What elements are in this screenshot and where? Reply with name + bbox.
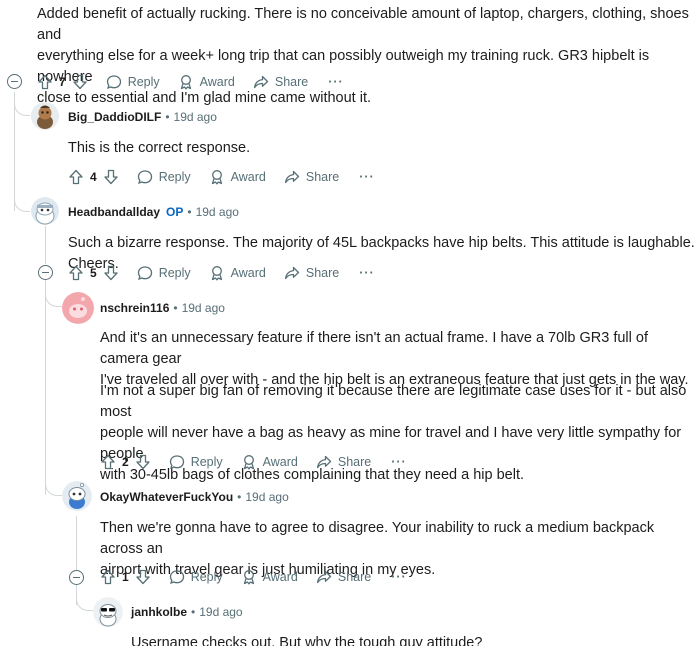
- vote-count: 2: [122, 455, 129, 469]
- award-icon: [243, 455, 254, 470]
- more-options-button[interactable]: ···: [359, 266, 375, 280]
- reply-icon: [169, 570, 184, 585]
- comment-actions: 1 Reply Award Share ···: [100, 565, 407, 589]
- reply-button[interactable]: Reply: [137, 169, 191, 185]
- share-button[interactable]: Share: [284, 265, 339, 281]
- award-icon: [211, 266, 222, 281]
- downvote-icon[interactable]: [103, 265, 119, 281]
- vote-group: 7: [37, 74, 88, 90]
- award-button[interactable]: Award: [209, 169, 266, 185]
- comment-meta: OkayWhateverFuckYou • 19d ago: [100, 488, 289, 506]
- username-link[interactable]: Headbandallday: [68, 205, 160, 219]
- share-button[interactable]: Share: [253, 74, 308, 90]
- more-options-button[interactable]: ···: [391, 455, 407, 469]
- share-icon: [284, 266, 300, 280]
- avatar[interactable]: [93, 597, 123, 627]
- upvote-icon[interactable]: [37, 74, 53, 90]
- reply-button[interactable]: Reply: [169, 454, 223, 470]
- comment-actions: 4 Reply Award Share ···: [68, 165, 375, 189]
- comment-actions: 2 Reply Award Share ···: [100, 450, 407, 474]
- award-button[interactable]: Award: [241, 454, 298, 470]
- vote-group: 4: [68, 169, 119, 185]
- username-link[interactable]: nschrein116: [100, 301, 169, 315]
- upvote-icon[interactable]: [68, 265, 84, 281]
- reply-button[interactable]: Reply: [137, 265, 191, 281]
- award-button[interactable]: Award: [241, 569, 298, 585]
- comment-actions: 7 Reply Award Share ···: [37, 70, 344, 94]
- separator: •: [191, 605, 196, 619]
- comment-body: This is the correct response.: [68, 140, 251, 156]
- share-icon: [284, 170, 300, 184]
- award-button[interactable]: Award: [178, 74, 235, 90]
- downvote-icon[interactable]: [103, 169, 119, 185]
- thread-connector: [76, 588, 93, 611]
- thread-connector: [14, 190, 30, 212]
- comment-meta: Big_DaddioDILF • 19d ago: [68, 108, 217, 126]
- separator: •: [187, 205, 192, 219]
- comment-meta: janhkolbe • 19d ago: [131, 603, 243, 621]
- username-link[interactable]: janhkolbe: [131, 605, 187, 619]
- timestamp[interactable]: 19d ago: [196, 205, 239, 219]
- award-icon: [211, 170, 222, 185]
- share-icon: [253, 75, 269, 89]
- thread-connector: [45, 474, 62, 496]
- username-link[interactable]: Big_DaddioDILF: [68, 110, 161, 124]
- award-icon: [180, 75, 191, 90]
- reply-button[interactable]: Reply: [169, 569, 223, 585]
- award-button[interactable]: Award: [209, 265, 266, 281]
- upvote-icon[interactable]: [100, 454, 116, 470]
- more-options-button[interactable]: ···: [359, 170, 375, 184]
- separator: •: [237, 490, 242, 504]
- share-button[interactable]: Share: [284, 169, 339, 185]
- downvote-icon[interactable]: [135, 569, 151, 585]
- avatar[interactable]: [62, 481, 92, 511]
- comment-body: Username checks out. But why the tough g…: [131, 635, 483, 646]
- timestamp[interactable]: 19d ago: [245, 490, 288, 504]
- vote-count: 5: [90, 266, 97, 280]
- thread-line: [76, 516, 77, 570]
- vote-group: 5: [68, 265, 119, 281]
- timestamp[interactable]: 19d ago: [199, 605, 242, 619]
- thread-connector: [14, 92, 30, 116]
- thread-connector: [45, 285, 62, 307]
- avatar[interactable]: [31, 102, 59, 130]
- reply-icon: [169, 455, 184, 470]
- upvote-icon[interactable]: [100, 569, 116, 585]
- timestamp[interactable]: 19d ago: [182, 301, 225, 315]
- username-link[interactable]: OkayWhateverFuckYou: [100, 490, 233, 504]
- reply-icon: [106, 75, 121, 90]
- share-button[interactable]: Share: [316, 569, 371, 585]
- comment-meta: nschrein116 • 19d ago: [100, 299, 225, 317]
- separator: •: [173, 301, 178, 315]
- share-icon: [316, 455, 332, 469]
- comment-actions: 5 Reply Award Share ···: [68, 261, 375, 285]
- avatar[interactable]: [62, 292, 94, 324]
- vote-group: 2: [100, 454, 151, 470]
- share-icon: [316, 570, 332, 584]
- reply-icon: [137, 170, 152, 185]
- thread-line: [45, 226, 46, 264]
- timestamp[interactable]: 19d ago: [174, 110, 217, 124]
- vote-group: 1: [100, 569, 151, 585]
- op-badge: OP: [166, 205, 184, 219]
- thread-line: [45, 280, 46, 495]
- share-button[interactable]: Share: [316, 454, 371, 470]
- downvote-icon[interactable]: [72, 74, 88, 90]
- award-icon: [243, 570, 254, 585]
- avatar[interactable]: [31, 197, 59, 225]
- reply-icon: [137, 266, 152, 281]
- vote-count: 1: [122, 570, 129, 584]
- more-options-button[interactable]: ···: [391, 570, 407, 584]
- vote-count: 4: [90, 170, 97, 184]
- collapse-thread-button[interactable]: [7, 74, 22, 89]
- reply-button[interactable]: Reply: [106, 74, 160, 90]
- collapse-thread-button[interactable]: [38, 265, 53, 280]
- separator: •: [165, 110, 170, 124]
- more-options-button[interactable]: ···: [328, 75, 344, 89]
- upvote-icon[interactable]: [68, 169, 84, 185]
- downvote-icon[interactable]: [135, 454, 151, 470]
- comment-meta: Headbandallday OP • 19d ago: [68, 203, 239, 221]
- vote-count: 7: [59, 75, 66, 89]
- collapse-thread-button[interactable]: [69, 570, 84, 585]
